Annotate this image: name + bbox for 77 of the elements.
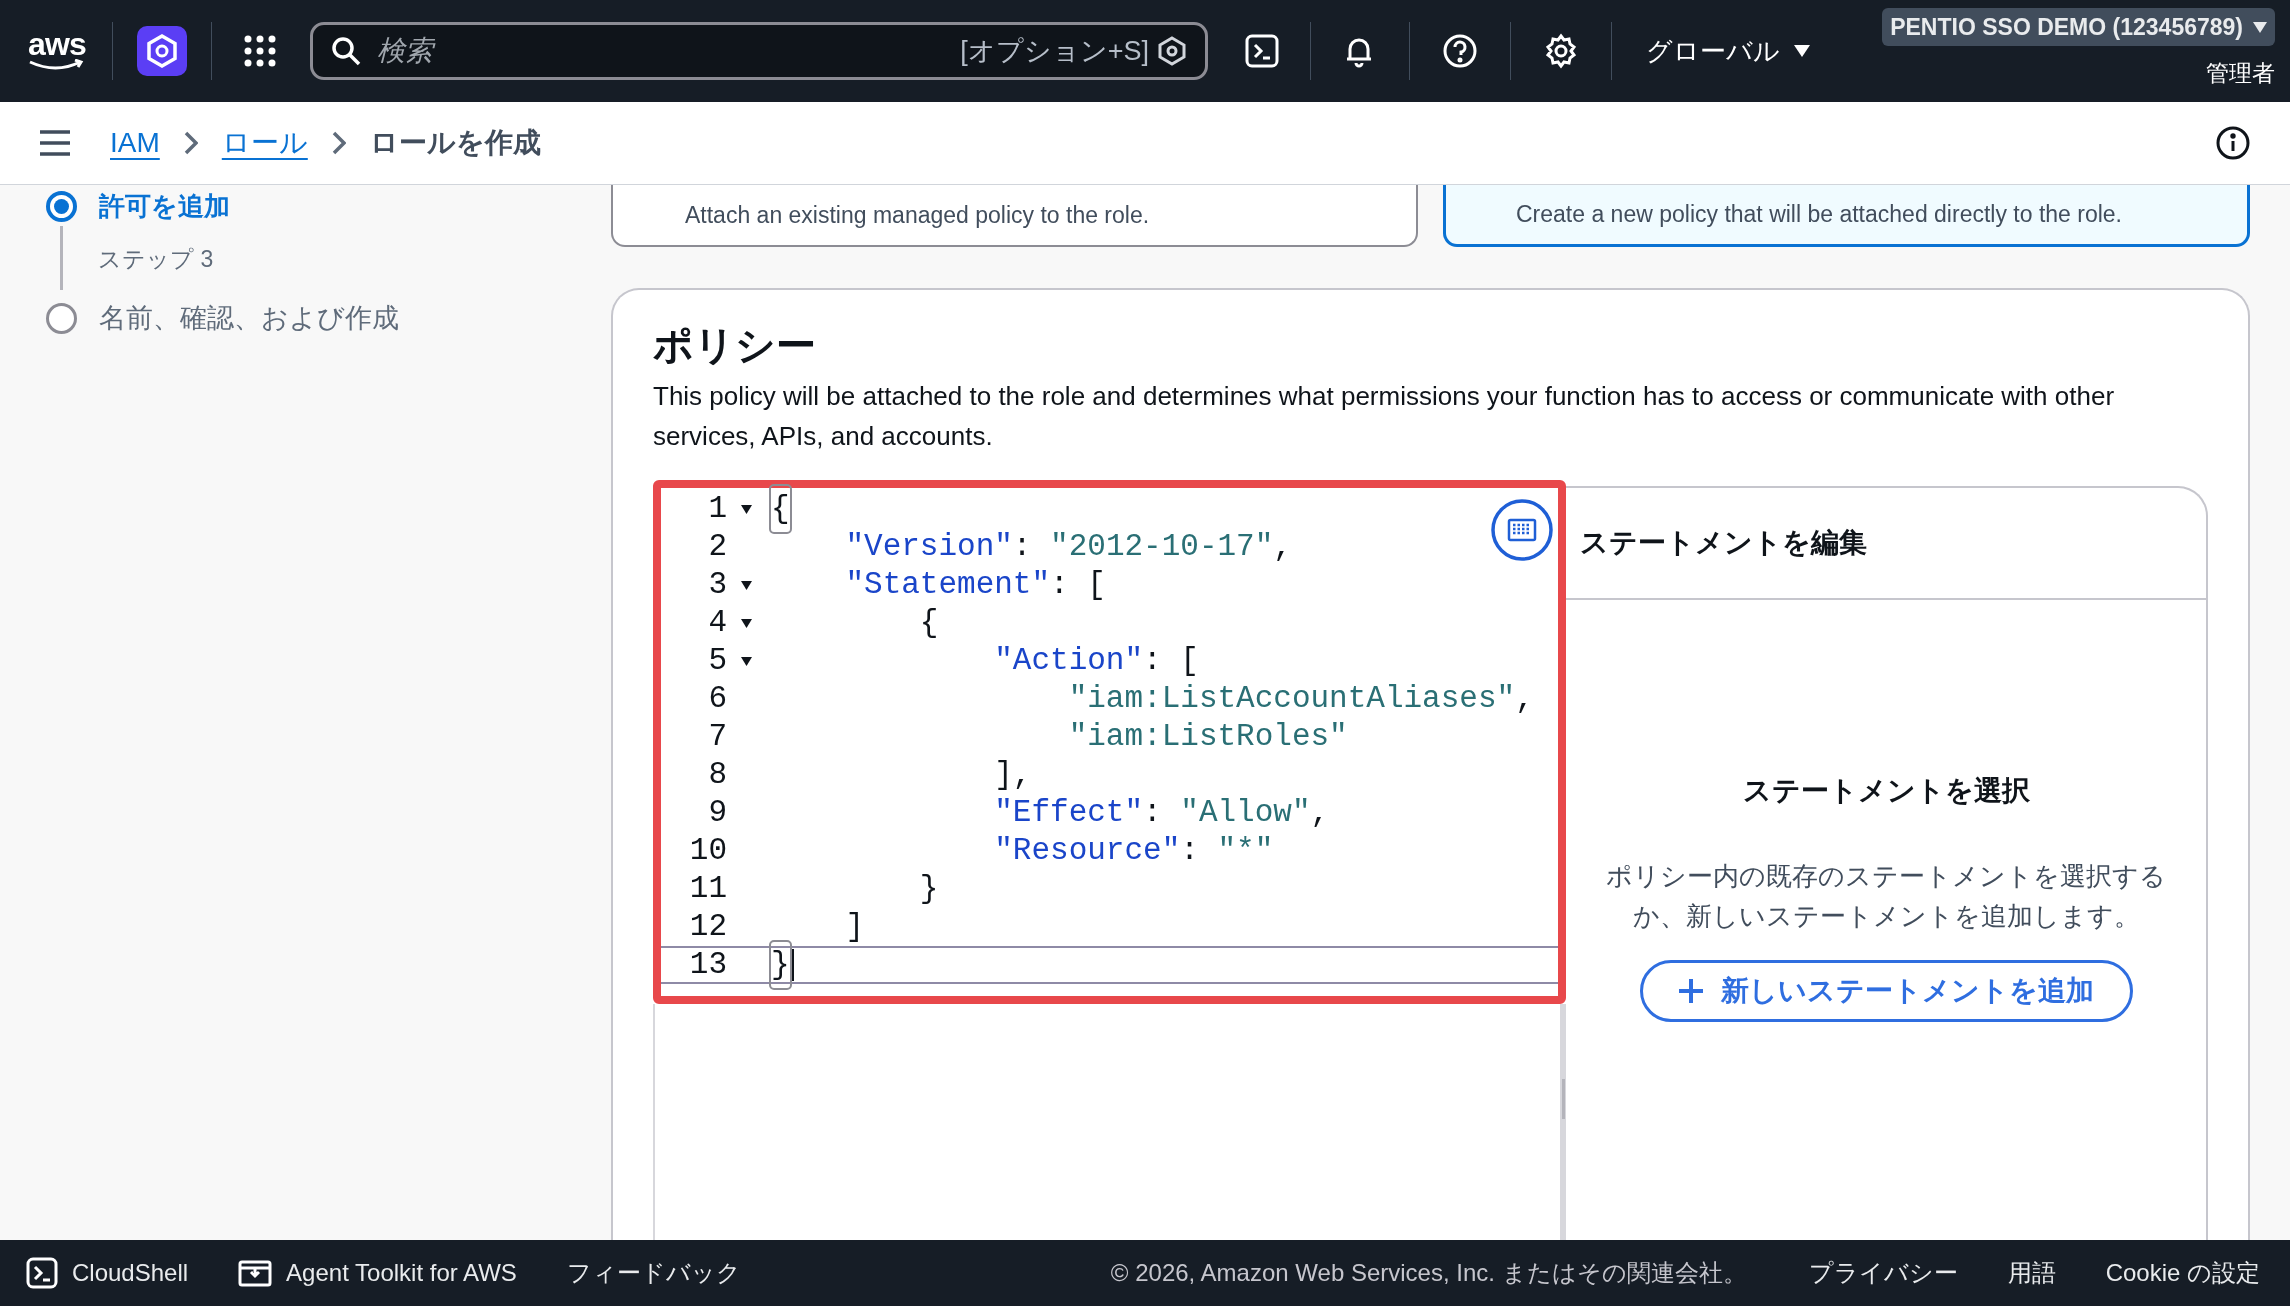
step-title[interactable]: 許可を追加	[99, 187, 230, 226]
json-punctuation: }	[919, 869, 939, 908]
panel-title: ステートメントを編集	[1580, 526, 1867, 560]
line-number: 9	[707, 793, 727, 832]
search-icon	[331, 36, 362, 66]
breadcrumb-current: ロールを作成	[369, 126, 541, 160]
account-menu[interactable]: PENTIO SSO DEMO (123456789)	[1882, 8, 2275, 46]
fold-toggle-icon[interactable]	[740, 618, 752, 628]
fold-toggle-icon[interactable]	[740, 580, 752, 590]
search-input[interactable]: 検索	[377, 30, 961, 72]
code-editor[interactable]: 1 { 2 "Version": "2012-10-17", 3 "Statement": [ 4 { 5 "Action": [ 6 "iam:ListAccountAliases", 7 "iam:ListRoles" 8 ], 9 "Effect": "Allow", 10 "Resource": "*" 11 } 12 ] 13 }	[653, 480, 1566, 1004]
line-number: 4	[707, 603, 727, 642]
section-description: This policy will be attached to the role and determines what permissions your function has to access or communicate with other services, APIs, and accounts.	[653, 380, 2116, 453]
copyright-text: © 2026, Amazon Web Services, Inc. またはその関連会社。	[1110, 1258, 1747, 1288]
empty-state-title: ステートメントを選択	[1742, 774, 2030, 808]
shortcut-hint: [オプション+S]	[960, 34, 1150, 68]
line-number: 1	[707, 489, 727, 528]
json-string: "2012-10-17"	[1050, 527, 1274, 566]
line-number: 13	[688, 945, 727, 984]
toolbox-icon	[238, 1259, 273, 1287]
line-number: 2	[707, 527, 727, 566]
footer-link[interactable]: Cookie の設定	[2105, 1255, 2260, 1291]
json-string: "*"	[1217, 831, 1274, 870]
feedback-link[interactable]: フィードバック	[566, 1255, 741, 1291]
json-punctuation: {	[771, 485, 790, 533]
info-icon[interactable]	[2216, 126, 2250, 160]
policy-option-card[interactable]: Create a new policy that will be attached directly to the role.	[1443, 185, 2250, 247]
empty-state-description: ポリシー内の既存のステートメントを選択するか、新しいステートメントを追加します。	[1605, 860, 2167, 933]
breadcrumb-link[interactable]: ロール	[221, 122, 308, 164]
policy-option-card[interactable]: Attach an existing managed policy to the role.	[611, 185, 1418, 247]
fold-toggle-icon[interactable]	[740, 656, 752, 666]
fold-toggle-icon[interactable]	[740, 504, 752, 514]
keyboard-icon[interactable]	[1490, 498, 1554, 562]
footer-link[interactable]: 用語	[2007, 1255, 2056, 1291]
cloudshell-button[interactable]: CloudShell	[26, 1255, 189, 1291]
chevron-right-icon	[331, 131, 346, 155]
json-punctuation: : [	[1143, 641, 1199, 680]
json-punctuation: ,	[1515, 679, 1534, 718]
json-punctuation: : [	[1050, 565, 1106, 604]
json-string: "Allow"	[1180, 793, 1311, 832]
line-number: 12	[688, 907, 727, 946]
json-punctuation: ,	[1310, 793, 1330, 832]
line-number: 11	[688, 869, 727, 908]
role-label: 管理者	[2206, 59, 2275, 88]
json-punctuation: }	[771, 941, 790, 989]
breadcrumb-link[interactable]: IAM	[110, 122, 160, 164]
json-punctuation: ]	[845, 907, 865, 946]
footer-link[interactable]: プライバシー	[1808, 1255, 1958, 1291]
logo-text[interactable]: aws	[28, 29, 87, 59]
menu-icon[interactable]	[40, 130, 70, 156]
grid-icon[interactable]	[244, 35, 277, 67]
terminal-icon	[26, 1257, 58, 1289]
terminal-icon[interactable]	[1244, 33, 1281, 69]
line-number: 8	[707, 755, 727, 794]
agent-toolkit-button[interactable]: Agent Toolkit for AWS	[238, 1255, 517, 1291]
search-field[interactable]: 検索 [オプション+S]	[310, 22, 1209, 80]
add-statement-button[interactable]: 新しいステートメントを追加	[1639, 960, 2133, 1022]
json-punctuation: ,	[1273, 527, 1292, 566]
option-description: Attach an existing managed policy to the role.	[685, 200, 1150, 230]
line-number: 10	[688, 831, 727, 870]
json-punctuation: :	[1180, 831, 1200, 870]
line-number: 7	[707, 717, 727, 756]
line-number: 6	[707, 679, 727, 718]
chevron-right-icon	[183, 131, 198, 155]
json-string: "iam:ListRoles"	[1068, 717, 1348, 756]
section-title: ポリシー	[653, 322, 817, 369]
line-number: 3	[707, 565, 727, 604]
hexagon-icon	[1157, 36, 1188, 66]
caret-icon	[2253, 21, 2267, 33]
region-selector[interactable]: グローバル	[1646, 31, 1811, 71]
line-number: 5	[707, 641, 727, 680]
option-description: Create a new policy that will be attached directly to the role.	[1516, 200, 2122, 230]
help-icon[interactable]	[1442, 33, 1479, 69]
plus-icon	[1678, 979, 1703, 1003]
caret-icon	[1794, 45, 1811, 57]
step-title[interactable]: 名前、確認、および作成	[99, 298, 399, 339]
step-label: ステップ 3	[98, 245, 215, 274]
